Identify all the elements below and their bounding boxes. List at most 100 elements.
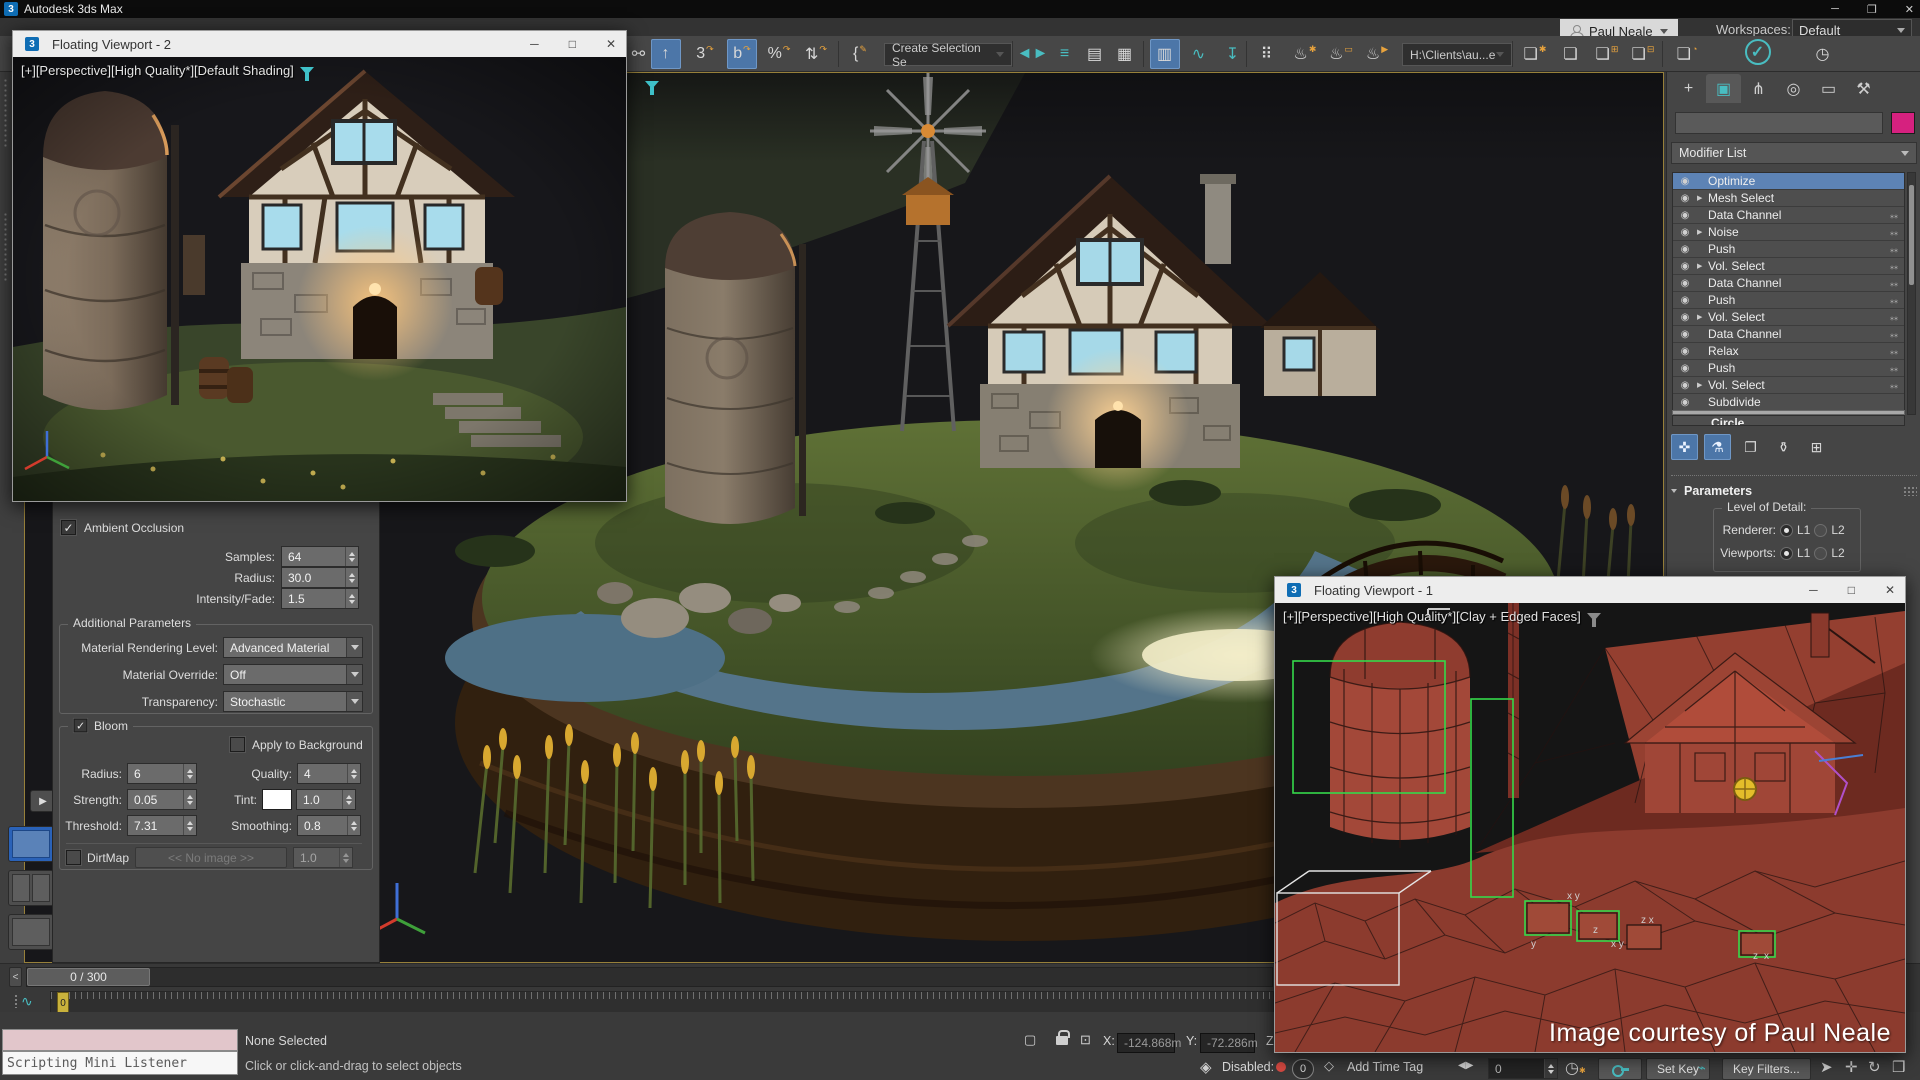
viewport-filter-funnel-icon[interactable]	[645, 89, 659, 103]
toolbar-icon-button[interactable]: ∿	[1184, 39, 1214, 69]
panel-divider[interactable]	[1671, 470, 1917, 476]
time-configuration-icon[interactable]: ◷✱	[1565, 1058, 1586, 1078]
shield-isolate-icon[interactable]: ◈	[1200, 1058, 1212, 1076]
floating-viewport-2-window[interactable]: 3 Floating Viewport - 2 ─ □ ✕ [+][Perspe…	[12, 30, 627, 502]
modifier-visibility-eye-icon[interactable]: ◉	[1673, 295, 1697, 306]
modifier-stack-scrollbar[interactable]	[1907, 172, 1916, 415]
modifier-stack-row[interactable]: ◉ ▶ Push ⁎⁎	[1673, 241, 1904, 258]
minimize-icon[interactable]: ─	[1809, 583, 1818, 597]
dock-grip[interactable]	[3, 212, 8, 282]
bloom-tint-color-swatch[interactable]	[262, 789, 292, 810]
modifier-stack-row[interactable]: ◉ ▶ Relax ⁎⁎	[1673, 343, 1904, 360]
field-of-view-icon[interactable]: ➤	[1820, 1058, 1833, 1076]
toolbar-icon-button[interactable]: ▥	[1150, 39, 1180, 69]
modifier-visibility-eye-icon[interactable]: ◉	[1673, 329, 1697, 340]
toolbar-icon-button[interactable]: ▦	[1110, 39, 1140, 69]
modifier-visibility-eye-icon[interactable]: ◉	[1673, 210, 1697, 221]
toolbar-icon-button[interactable]: ✓	[1745, 39, 1771, 65]
modifier-stack-row[interactable]: ◉ ▶ Vol. Select ⁎⁎	[1673, 377, 1904, 394]
viewport-2-shading-label[interactable]: [+][Perspective][High Quality*][Default …	[21, 63, 294, 78]
toolbar-icon-button[interactable]: ❏ ⊟	[1628, 39, 1658, 69]
modifier-stack-row[interactable]: ◉ ▶ Data Channel ⁎⁎	[1673, 275, 1904, 292]
y-coordinate-field[interactable]: -72.286m	[1200, 1033, 1255, 1053]
modifier-stack-row[interactable]: ◉ ▶ Data Channel ⁎⁎	[1673, 326, 1904, 343]
command-panel-tab[interactable]: +	[1671, 74, 1706, 103]
toolbar-icon-button[interactable]: ⚯	[624, 39, 654, 69]
toolbar-icon-button[interactable]: ❏ ✱	[1520, 39, 1550, 69]
window-close-button[interactable]: ✕	[1905, 3, 1914, 16]
viewport-layout-tab-3[interactable]	[8, 914, 54, 950]
maximize-viewport-toggle-icon[interactable]: ❒	[1892, 1058, 1905, 1076]
floating-viewport-1-titlebar[interactable]: 3 Floating Viewport - 1 ─ □ ✕	[1275, 577, 1905, 603]
viewport-1-shading-label[interactable]: [+][Perspective][High Quality*][Clay + E…	[1283, 609, 1581, 624]
floating-viewport-1-canvas[interactable]: [+][Perspective][High Quality*][Clay + E…	[1275, 603, 1905, 1052]
bloom-smoothing-spinner[interactable]: 0.8	[297, 815, 361, 836]
modifier-visibility-eye-icon[interactable]: ◉	[1673, 227, 1697, 238]
modifier-stack-row[interactable]: ◉ ▶ Optimize ⁎⁎	[1673, 173, 1904, 190]
modifier-visibility-eye-icon[interactable]: ◉	[1673, 346, 1697, 357]
toolbar-icon-button[interactable]: ◄►	[1018, 39, 1048, 69]
toolbar-icon-button[interactable]: b ↷	[727, 39, 757, 69]
toolbar-icon-button[interactable]: ♨ ✱	[1290, 39, 1320, 69]
bloom-radius-spinner[interactable]: 6	[127, 763, 197, 784]
parameters-rollout-header[interactable]: Parameters	[1671, 484, 1917, 498]
time-slider-handle[interactable]: 0 / 300	[27, 968, 150, 986]
toolbar-icon-button[interactable]: ❏ ⊞	[1592, 39, 1622, 69]
toolbar-icon-button[interactable]: ❏	[1556, 39, 1586, 69]
bloom-threshold-spinner[interactable]: 7.31	[127, 815, 197, 836]
modifier-stack-row[interactable]: ◉ ▶ Vol. Select ⁎⁎	[1673, 309, 1904, 326]
command-panel-tab[interactable]: ▭	[1811, 74, 1846, 103]
intensity-fade-spinner[interactable]: 1.5	[281, 588, 359, 609]
modifier-visibility-eye-icon[interactable]: ◉	[1673, 244, 1697, 255]
counter-button[interactable]: 0	[1292, 1059, 1314, 1079]
stack-toolbar-button[interactable]: ❐	[1737, 434, 1764, 460]
bloom-checkbox[interactable]: ✓	[74, 719, 88, 733]
viewport-layout-tab-1[interactable]	[8, 826, 54, 862]
dirtmap-image-button[interactable]: << No image >>	[135, 847, 287, 868]
scrollbar-thumb[interactable]	[1909, 185, 1914, 285]
transparency-dropdown[interactable]: Stochastic	[223, 691, 363, 712]
playback-controls-partial[interactable]: ◀▶	[1458, 1060, 1473, 1071]
add-time-tag[interactable]: Add Time Tag	[1347, 1060, 1423, 1074]
material-rendering-level-dropdown[interactable]: Advanced Material	[223, 637, 363, 658]
stack-toolbar-button[interactable]: ✜	[1671, 434, 1698, 460]
toolbar-icon-button[interactable]: ↑	[651, 39, 681, 69]
bloom-quality-spinner[interactable]: 4	[297, 763, 361, 784]
orbit-view-icon[interactable]: ↻	[1868, 1058, 1881, 1076]
time-slider-track[interactable]: 0 / 300	[26, 967, 1273, 987]
x-coordinate-field[interactable]: -124.868m	[1117, 1033, 1175, 1053]
stack-toolbar-button[interactable]: ⚗	[1704, 434, 1731, 460]
minimize-icon[interactable]: ─	[530, 37, 539, 51]
toolbar-icon-button[interactable]: ❏ ◔	[1672, 39, 1702, 69]
key-filters-button[interactable]: Key Filters...	[1722, 1058, 1811, 1080]
viewport-layout-tab-2[interactable]	[8, 870, 54, 906]
command-panel-tab[interactable]: ⋔	[1741, 74, 1776, 103]
modifier-visibility-eye-icon[interactable]: ◉	[1673, 261, 1697, 272]
toolbar-icon-button[interactable]: ↧	[1218, 39, 1248, 69]
toolbar-icon-button[interactable]: 3 ↷	[690, 39, 720, 69]
modifier-visibility-eye-icon[interactable]: ◉	[1673, 278, 1697, 289]
close-icon[interactable]: ✕	[1885, 583, 1895, 597]
material-override-dropdown[interactable]: Off	[223, 664, 363, 685]
bloom-tint-spinner[interactable]: 1.0	[296, 789, 356, 810]
toolbar-icon-button[interactable]: ♨ ▭	[1326, 39, 1356, 69]
command-panel-tab[interactable]: ⚒	[1846, 74, 1881, 103]
toolbar-icon-button[interactable]: { ✎	[845, 39, 875, 69]
radius-spinner[interactable]: 30.0	[281, 567, 359, 588]
modifier-expand-arrow-icon[interactable]: ▶	[1697, 381, 1708, 389]
modifier-visibility-eye-icon[interactable]: ◉	[1673, 397, 1697, 408]
modifier-stack-row[interactable]: ◉ ▶ Mesh Select ⁎⁎	[1673, 190, 1904, 207]
maxscript-mini-listener[interactable]: Scripting Mini Listener	[2, 1051, 238, 1075]
floating-viewport-2-titlebar[interactable]: 3 Floating Viewport - 2 ─ □ ✕	[13, 31, 626, 57]
modifier-list-dropdown[interactable]: Modifier List	[1671, 142, 1917, 164]
toolbar-icon-button[interactable]: ◷	[1808, 39, 1838, 69]
selection-region-icon[interactable]: ▢	[1024, 1032, 1036, 1048]
modifier-visibility-eye-icon[interactable]: ◉	[1673, 363, 1697, 374]
floating-viewport-2-canvas[interactable]: [+][Perspective][High Quality*][Default …	[13, 57, 626, 501]
set-keys-button[interactable]	[1598, 1058, 1642, 1080]
new-key-icon[interactable]: ⌁	[1698, 1060, 1706, 1076]
renderer-l2-radio[interactable]	[1814, 524, 1827, 537]
modifier-stack-row[interactable]: ◉ ▶ Subdivide ⁎⁎	[1673, 394, 1904, 411]
current-frame-spinner[interactable]: 0	[1488, 1058, 1558, 1079]
dirtmap-amount-spinner[interactable]: 1.0	[293, 847, 353, 868]
